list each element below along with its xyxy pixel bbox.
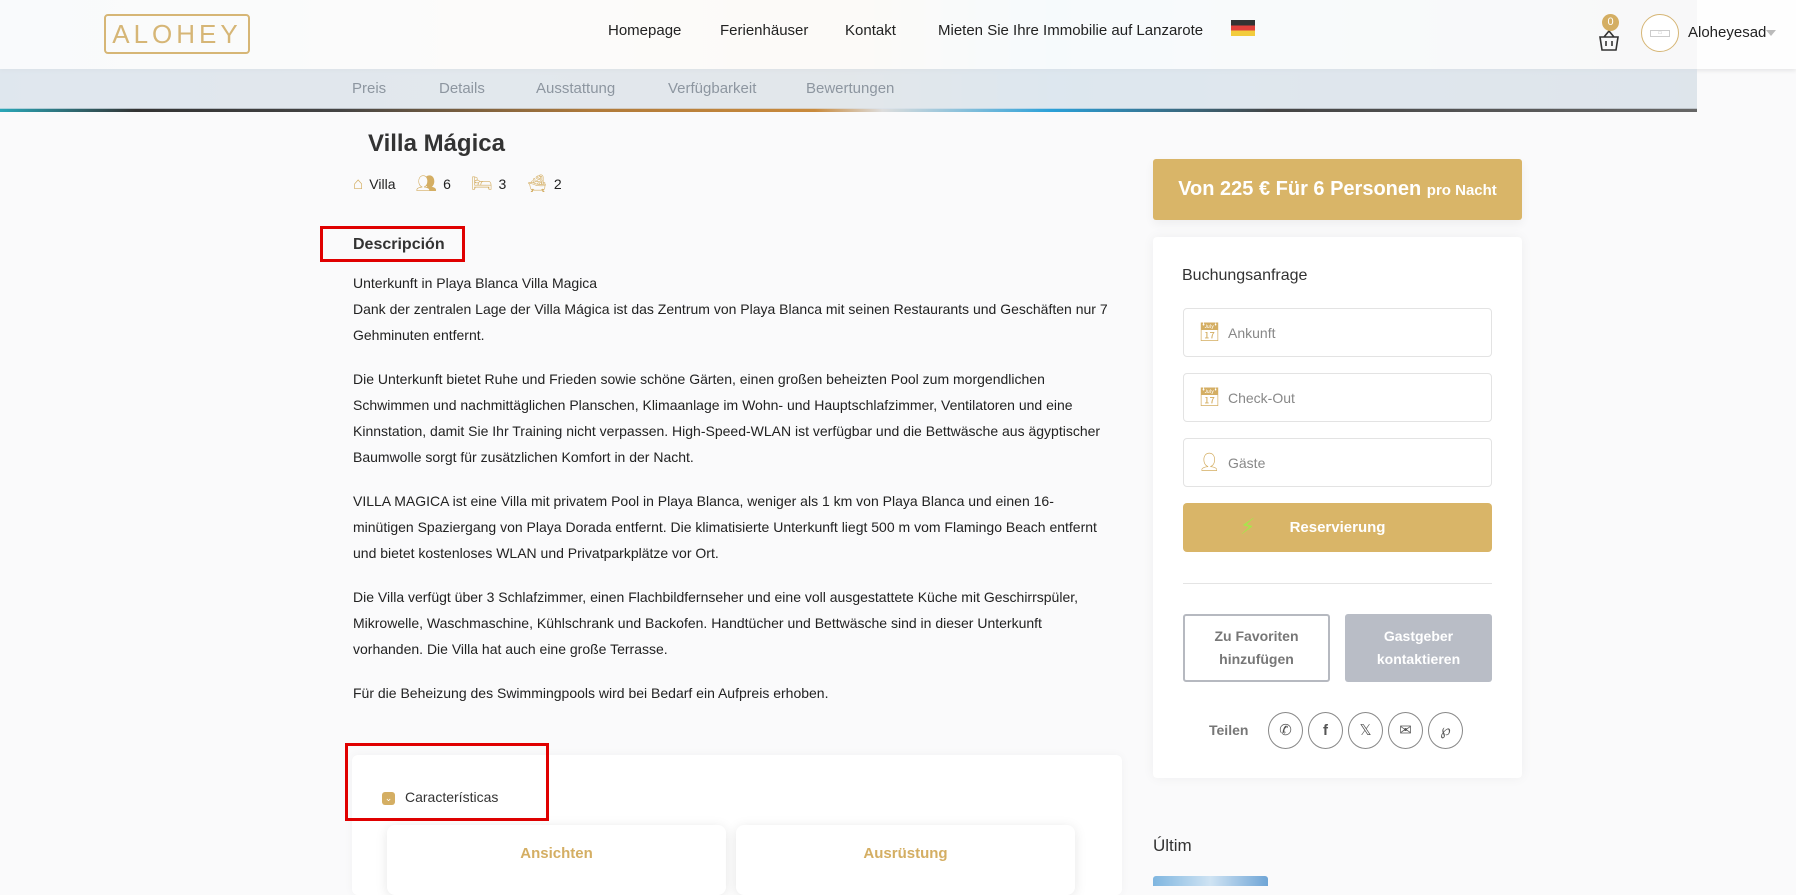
nav-rent-property[interactable]: Mieten Sie Ihre Immobilie auf Lanzarote	[938, 22, 1203, 39]
feature-card-title: Ausrüstung	[863, 845, 948, 862]
description-paragraph: Für die Beheizung des Swimmingpools wird…	[353, 685, 829, 701]
arrival-placeholder: Ankunft	[1228, 324, 1276, 341]
checkout-field[interactable]: 📅︎ Check-Out	[1183, 373, 1492, 422]
price-main: Von 225 € Für 6 Personen	[1178, 178, 1422, 200]
contact-host-button[interactable]: Gastgeber kontaktieren	[1345, 614, 1492, 682]
calendar-icon: 📅︎	[1198, 387, 1221, 407]
german-flag-icon[interactable]	[1231, 20, 1255, 36]
arrival-field[interactable]: 📅︎ Ankunft	[1183, 308, 1492, 357]
subnav-bewertungen[interactable]: Bewertungen	[806, 80, 894, 97]
basket-icon[interactable]	[1598, 28, 1620, 52]
add-favorite-button[interactable]: Zu Favoriten hinzufügen	[1183, 614, 1330, 682]
price-banner: Von 225 € Für 6 Personen pro Nacht	[1153, 159, 1522, 220]
latest-property-thumbnail[interactable]	[1153, 876, 1268, 886]
calendar-icon: 📅︎	[1198, 322, 1221, 342]
booking-title: Buchungsanfrage	[1182, 267, 1308, 284]
user-name[interactable]: Aloheyesad	[1688, 24, 1766, 41]
description-text: Unterkunft in Playa Blanca Villa Magica …	[353, 270, 1113, 724]
bathtub-icon: 🛁︎	[526, 174, 548, 193]
checkout-placeholder: Check-Out	[1228, 389, 1295, 406]
whatsapp-icon[interactable]: ✆	[1268, 712, 1303, 749]
subnav-ausstattung[interactable]: Ausstattung	[536, 80, 615, 97]
feature-card-equipment: Ausrüstung	[736, 825, 1075, 895]
description-paragraph: VILLA MAGICA ist eine Villa mit privatem…	[353, 493, 1097, 561]
subnav-verfuegbarkeit[interactable]: Verfügbarkeit	[668, 80, 756, 97]
nav-ferienhaeuser[interactable]: Ferienhäuser	[720, 22, 808, 39]
guests-field[interactable]: 👤︎ Gäste	[1183, 438, 1492, 487]
guest-count: 6	[443, 176, 451, 192]
x-twitter-icon[interactable]: 𝕏	[1348, 712, 1383, 749]
description-heading: Descripción	[353, 236, 445, 253]
bedroom-count: 3	[498, 176, 507, 192]
nav-kontakt[interactable]: Kontakt	[845, 22, 896, 39]
chevron-down-icon[interactable]: ⌄	[382, 792, 395, 805]
features-heading[interactable]: Características	[405, 789, 498, 805]
user-icon: 👤︎	[1198, 452, 1221, 472]
property-meta: ⌂ Villa 👥︎ 6 🛏︎ 3 🛁︎ 2	[353, 174, 576, 194]
description-paragraph: Die Villa verfügt über 3 Schlafzimmer, e…	[353, 589, 1079, 657]
property-type: Villa	[369, 176, 396, 192]
guests-placeholder: Gäste	[1228, 454, 1266, 471]
top-header	[0, 0, 1796, 69]
bathroom-count: 2	[553, 176, 562, 192]
chevron-down-icon[interactable]	[1766, 30, 1776, 36]
avatar[interactable]: ▭	[1641, 14, 1679, 52]
avatar-logo-icon: ▭	[1650, 30, 1670, 37]
price-suffix: pro Nacht	[1426, 182, 1497, 199]
subnav-details[interactable]: Details	[439, 80, 485, 97]
description-paragraph: Die Unterkunft bietet Ruhe und Frieden s…	[353, 371, 1101, 465]
guests-icon: 👥︎	[415, 174, 438, 193]
subnav-preis[interactable]: Preis	[352, 80, 386, 97]
cart-count-badge: 0	[1602, 14, 1619, 31]
description-paragraph: Unterkunft in Playa Blanca Villa Magica …	[353, 275, 1108, 343]
nav-homepage[interactable]: Homepage	[608, 22, 681, 39]
facebook-icon[interactable]: f	[1308, 712, 1343, 749]
house-icon: ⌂	[353, 174, 364, 193]
divider	[1183, 583, 1492, 584]
logo[interactable]: ALOHEY	[104, 14, 250, 54]
highlight-box-features	[345, 743, 549, 821]
email-icon[interactable]: ✉	[1388, 712, 1423, 749]
pinterest-icon[interactable]: ℘	[1428, 712, 1463, 749]
feature-card-views: Ansichten	[387, 825, 726, 895]
bed-icon: 🛏︎	[470, 174, 493, 193]
share-label: Teilen	[1209, 722, 1249, 738]
feature-card-title: Ansichten	[520, 845, 593, 862]
lightning-icon: ⚡︎	[1240, 514, 1256, 539]
reserve-button[interactable]: Reservierung	[1183, 503, 1492, 552]
page-title: Villa Mágica	[368, 130, 505, 157]
latest-heading: Últim	[1153, 836, 1192, 855]
